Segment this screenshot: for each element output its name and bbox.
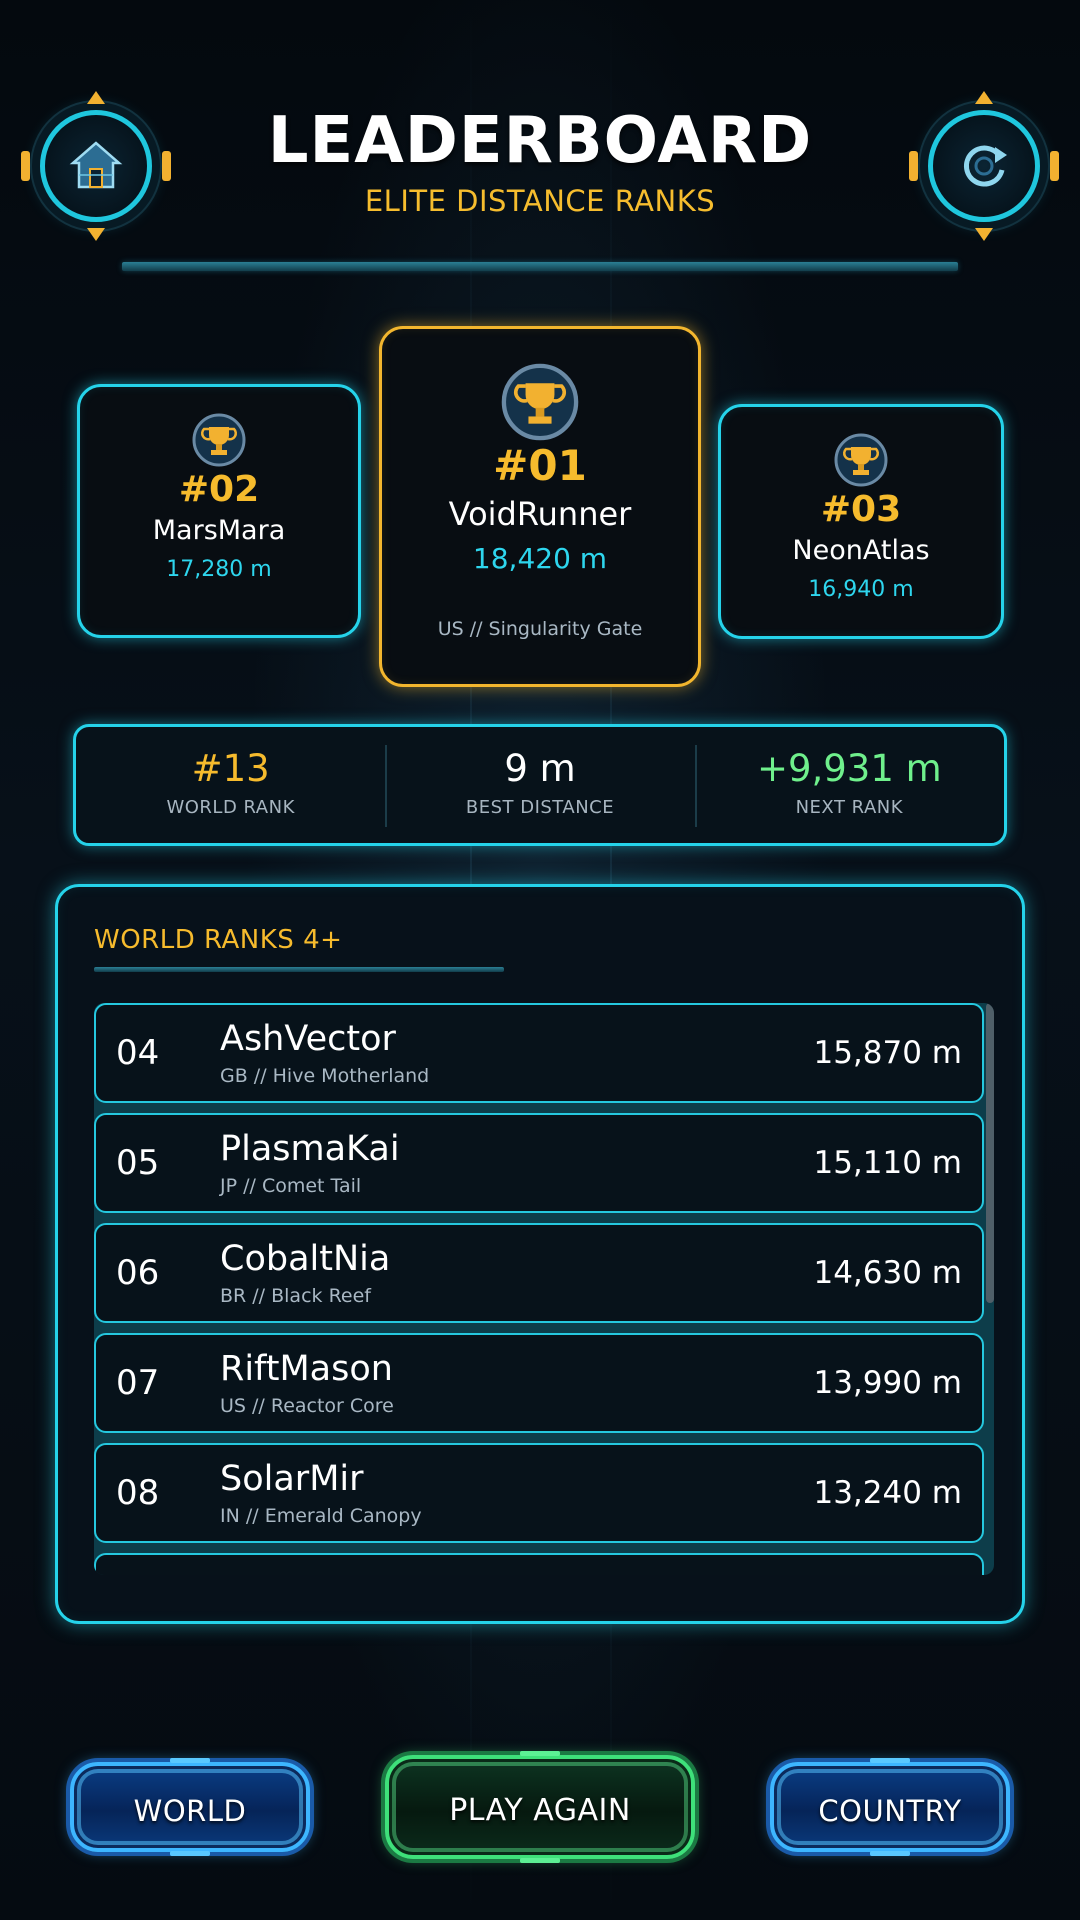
podium-name: NeonAtlas [792, 535, 930, 566]
stat-next-rank: +9,931 m NEXT RANK [694, 727, 1004, 843]
stat-label: WORLD RANK [166, 797, 295, 818]
stat-world-rank: #13 WORLD RANK [76, 727, 385, 843]
row-name: RiftMason [220, 1349, 393, 1389]
ornament [870, 1851, 910, 1856]
ornament [975, 228, 993, 241]
ornament [520, 1751, 560, 1756]
row-origin: GB // Hive Motherland [220, 1065, 430, 1087]
leaderboard-screen: LEADERBOARD ELITE DISTANCE RANKS #02 Mar… [0, 0, 1080, 1920]
world-button-label: WORLD [133, 1794, 247, 1828]
trophy-icon [501, 363, 579, 441]
player-stats-bar: #13 WORLD RANK 9 m BEST DISTANCE +9,931 … [73, 724, 1007, 846]
row-origin: IN // Emerald Canopy [220, 1505, 422, 1527]
list-item-partial[interactable] [94, 1553, 984, 1575]
stat-value: 9 m [504, 747, 576, 790]
row-distance: 14,630 m [813, 1255, 962, 1291]
row-name: AshVector [220, 1019, 396, 1059]
page-title: LEADERBOARD [267, 104, 813, 178]
scrollbar[interactable] [986, 1003, 994, 1303]
stat-label: BEST DISTANCE [465, 797, 615, 818]
podium-origin: US // Singularity Gate [437, 618, 643, 640]
ornament [87, 228, 105, 241]
row-name: PlasmaKai [220, 1129, 400, 1169]
row-distance: 15,870 m [813, 1035, 962, 1071]
podium-distance: 16,940 m [808, 577, 914, 602]
stat-value: #13 [191, 747, 270, 790]
row-origin: US // Reactor Core [220, 1395, 394, 1417]
country-button[interactable]: COUNTRY [770, 1758, 1010, 1856]
trophy-icon [192, 413, 246, 467]
world-ranks-panel: WORLD RANKS 4+ 04 AshVector GB // Hive M… [55, 884, 1025, 1624]
podium-distance: 17,280 m [166, 557, 272, 582]
ornament [87, 91, 105, 104]
ornament [520, 1858, 560, 1863]
row-rank: 08 [116, 1473, 160, 1513]
list-item[interactable]: 06 CobaltNia BR // Black Reef 14,630 m [94, 1223, 984, 1323]
podium-name: MarsMara [152, 515, 286, 546]
list-item[interactable]: 05 PlasmaKai JP // Comet Tail 15,110 m [94, 1113, 984, 1213]
divider [94, 967, 504, 972]
row-distance: 13,240 m [813, 1475, 962, 1511]
page-subtitle: ELITE DISTANCE RANKS [364, 184, 716, 218]
stat-label: NEXT RANK [795, 797, 904, 818]
trophy-icon [834, 433, 888, 487]
list-item[interactable]: 08 SolarMir IN // Emerald Canopy 13,240 … [94, 1443, 984, 1543]
podium-distance: 18,420 m [472, 542, 608, 575]
row-rank: 04 [116, 1033, 160, 1073]
world-button[interactable]: WORLD [70, 1758, 310, 1856]
ornament [170, 1758, 210, 1763]
row-name: SolarMir [220, 1459, 364, 1499]
podium-rank: #01 [493, 441, 587, 490]
row-rank: 05 [116, 1143, 160, 1183]
ranks-list[interactable]: 04 AshVector GB // Hive Motherland 15,87… [94, 1003, 994, 1575]
stat-value: +9,931 m [756, 747, 942, 790]
row-origin: JP // Comet Tail [220, 1175, 362, 1197]
podium-card-second[interactable]: #02 MarsMara 17,280 m [77, 384, 361, 638]
podium-rank: #03 [820, 489, 902, 530]
row-rank: 06 [116, 1253, 160, 1293]
podium-rank: #02 [178, 469, 260, 510]
list-item[interactable]: 07 RiftMason US // Reactor Core 13,990 m [94, 1333, 984, 1433]
country-button-label: COUNTRY [818, 1794, 962, 1828]
ornament [170, 1851, 210, 1856]
play-again-button-label: PLAY AGAIN [449, 1793, 631, 1828]
ornament [975, 91, 993, 104]
row-distance: 13,990 m [813, 1365, 962, 1401]
list-item[interactable]: 04 AshVector GB // Hive Motherland 15,87… [94, 1003, 984, 1103]
row-distance: 15,110 m [813, 1145, 962, 1181]
stat-best-distance: 9 m BEST DISTANCE [385, 727, 694, 843]
podium-card-third[interactable]: #03 NeonAtlas 16,940 m [718, 404, 1004, 639]
row-name: CobaltNia [220, 1239, 391, 1279]
divider [122, 262, 958, 271]
podium-card-first[interactable]: #01 VoidRunner 18,420 m US // Singularit… [379, 326, 701, 687]
play-again-button[interactable]: PLAY AGAIN [385, 1751, 695, 1863]
row-rank: 07 [116, 1363, 160, 1403]
panel-title: WORLD RANKS 4+ [94, 925, 343, 955]
row-origin: BR // Black Reef [220, 1285, 371, 1307]
podium-name: VoidRunner [448, 495, 632, 533]
ornament [870, 1758, 910, 1763]
